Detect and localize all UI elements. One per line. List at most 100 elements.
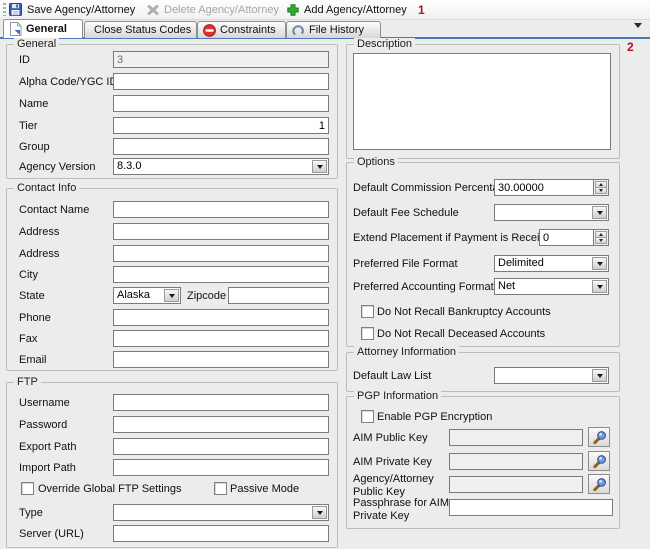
server-url-field[interactable] bbox=[113, 525, 329, 542]
fee-schedule-combo[interactable] bbox=[494, 204, 609, 221]
delete-x-icon bbox=[147, 4, 159, 16]
phone-label: Phone bbox=[19, 312, 51, 324]
add-plus-icon bbox=[287, 4, 299, 16]
export-path-field[interactable] bbox=[113, 438, 329, 455]
key-magnifier-icon bbox=[592, 430, 607, 445]
group-description: Description bbox=[346, 44, 620, 159]
file-format-combo[interactable]: Delimited bbox=[494, 255, 609, 272]
commission-label: Default Commission Percentage bbox=[353, 182, 511, 194]
state-combo[interactable]: Alaska bbox=[113, 287, 181, 304]
delete-agency-button[interactable]: Delete Agency/Attorney bbox=[144, 0, 282, 19]
ftp-type-dropdown-button[interactable] bbox=[312, 506, 327, 519]
fax-field[interactable] bbox=[113, 330, 329, 347]
name-field[interactable] bbox=[113, 95, 329, 112]
email-field[interactable] bbox=[113, 351, 329, 368]
dropdown-arrow-icon bbox=[169, 294, 175, 298]
agency-attorney-form: Save Agency/Attorney Delete Agency/Attor… bbox=[0, 0, 650, 549]
tab-overflow-arrow-icon[interactable] bbox=[634, 23, 642, 28]
phone-field[interactable] bbox=[113, 309, 329, 326]
agency-version-label: Agency Version bbox=[19, 161, 95, 173]
agency-version-combo[interactable]: 8.3.0 bbox=[113, 158, 329, 175]
group-general: General ID Alpha Code/YGC ID Name Tier G… bbox=[6, 44, 338, 179]
name-label: Name bbox=[19, 98, 48, 110]
group-pgp-information: PGP Information Enable PGP Encryption AI… bbox=[346, 396, 620, 529]
email-label: Email bbox=[19, 354, 47, 366]
fee-schedule-dropdown-button[interactable] bbox=[592, 206, 607, 219]
username-field[interactable] bbox=[113, 394, 329, 411]
file-format-dropdown-button[interactable] bbox=[592, 257, 607, 270]
save-floppy-icon bbox=[9, 3, 22, 16]
group-ftp: FTP Username Password Export Path Import… bbox=[6, 382, 338, 548]
group-attorney-information: Attorney Information Default Law List bbox=[346, 352, 620, 392]
agency-version-dropdown-button[interactable] bbox=[312, 160, 327, 173]
save-agency-button[interactable]: Save Agency/Attorney bbox=[6, 0, 138, 19]
dropdown-arrow-icon bbox=[597, 262, 603, 266]
enable-pgp-checkbox[interactable] bbox=[361, 410, 374, 423]
address1-field[interactable] bbox=[113, 223, 329, 240]
bankruptcy-checkbox[interactable] bbox=[361, 305, 374, 318]
add-agency-button[interactable]: Add Agency/Attorney bbox=[284, 0, 410, 19]
contact-name-field[interactable] bbox=[113, 201, 329, 218]
contact-name-label: Contact Name bbox=[19, 204, 89, 216]
add-agency-label: Add Agency/Attorney bbox=[304, 4, 407, 16]
description-textarea[interactable] bbox=[353, 53, 611, 150]
extend-placement-spinner bbox=[594, 229, 609, 246]
aim-private-key-field bbox=[449, 453, 583, 470]
group-field[interactable] bbox=[113, 138, 329, 155]
spinner-down-button[interactable] bbox=[595, 237, 607, 244]
group-general-title: General bbox=[14, 38, 59, 50]
state-value: Alaska bbox=[117, 289, 162, 301]
extend-placement-field[interactable] bbox=[539, 229, 594, 246]
tier-label: Tier bbox=[19, 120, 38, 132]
deceased-checkbox[interactable] bbox=[361, 327, 374, 340]
spinner-up-icon bbox=[599, 183, 603, 186]
group-ftp-title: FTP bbox=[14, 376, 41, 388]
agency-public-key-browse-button[interactable] bbox=[588, 474, 610, 494]
passphrase-field[interactable] bbox=[449, 499, 613, 516]
ftp-type-combo[interactable] bbox=[113, 504, 329, 521]
agency-public-key-field bbox=[449, 476, 583, 493]
aim-private-key-browse-button[interactable] bbox=[588, 451, 610, 471]
tab-general[interactable]: General bbox=[3, 19, 83, 38]
address2-field[interactable] bbox=[113, 245, 329, 262]
aim-private-key-label: AIM Private Key bbox=[353, 456, 432, 468]
passive-mode-label: Passive Mode bbox=[230, 483, 299, 495]
agency-public-key-label: Agency/Attorney Public Key bbox=[353, 473, 449, 499]
accounting-format-dropdown-button[interactable] bbox=[592, 280, 607, 293]
id-field bbox=[113, 51, 329, 68]
group-pgp-title: PGP Information bbox=[354, 390, 441, 402]
password-label: Password bbox=[19, 419, 67, 431]
accounting-format-combo[interactable]: Net bbox=[494, 278, 609, 295]
key-magnifier-icon bbox=[592, 454, 607, 469]
alpha-code-field[interactable] bbox=[113, 73, 329, 90]
key-magnifier-icon bbox=[592, 477, 607, 492]
group-attorney-title: Attorney Information bbox=[354, 346, 459, 358]
tab-file-history[interactable]: File History bbox=[286, 21, 381, 38]
tab-constraints[interactable]: Constraints bbox=[197, 21, 286, 38]
file-format-value: Delimited bbox=[498, 257, 590, 269]
city-field[interactable] bbox=[113, 266, 329, 283]
law-list-dropdown-button[interactable] bbox=[592, 369, 607, 382]
delete-agency-label: Delete Agency/Attorney bbox=[164, 4, 279, 16]
address2-label: Address bbox=[19, 248, 59, 260]
spinner-down-button[interactable] bbox=[595, 187, 607, 194]
fax-label: Fax bbox=[19, 333, 37, 345]
commission-field[interactable] bbox=[494, 179, 594, 196]
spinner-down-icon bbox=[599, 239, 603, 242]
tab-close-status-codes[interactable]: Close Status Codes bbox=[84, 21, 197, 38]
law-list-combo[interactable] bbox=[494, 367, 609, 384]
file-history-icon bbox=[292, 23, 305, 37]
constraints-no-entry-icon bbox=[203, 24, 216, 37]
spinner-down-icon bbox=[599, 189, 603, 192]
accounting-format-value: Net bbox=[498, 280, 590, 292]
aim-public-key-browse-button[interactable] bbox=[588, 427, 610, 447]
override-ftp-checkbox[interactable] bbox=[21, 482, 34, 495]
tier-field[interactable] bbox=[113, 117, 329, 134]
tab-constraints-label: Constraints bbox=[220, 24, 276, 36]
passive-mode-checkbox[interactable] bbox=[214, 482, 227, 495]
password-field[interactable] bbox=[113, 416, 329, 433]
state-dropdown-button[interactable] bbox=[164, 289, 179, 302]
deceased-label: Do Not Recall Deceased Accounts bbox=[377, 328, 545, 340]
import-path-field[interactable] bbox=[113, 459, 329, 476]
zipcode-field[interactable] bbox=[228, 287, 329, 304]
